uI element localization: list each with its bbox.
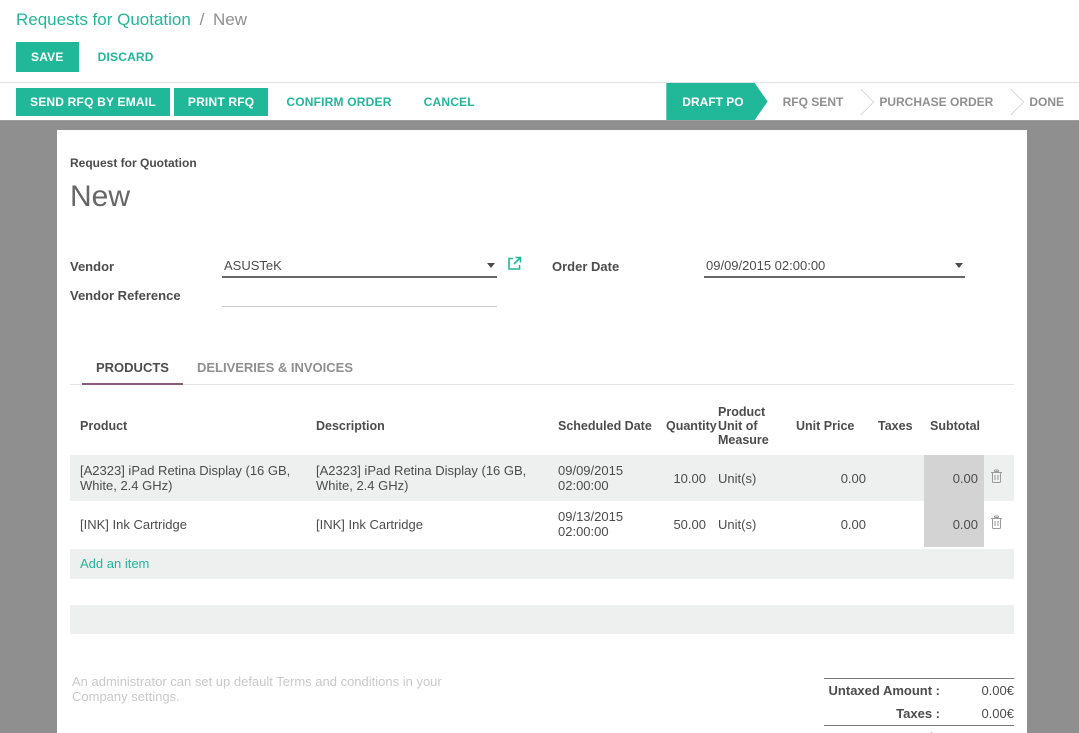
order-date-field-row: Order Date 09/09/2015 02:00:00: [552, 256, 1014, 278]
cell-product[interactable]: [A2323] iPad Retina Display (16 GB, Whit…: [70, 455, 310, 501]
taxes-value: 0.00€: [950, 702, 1014, 726]
action-buttons: SEND RFQ BY EMAIL PRINT RFQ CONFIRM ORDE…: [0, 83, 666, 120]
cell-taxes[interactable]: [872, 455, 924, 501]
cell-subtotal: 0.00: [924, 455, 984, 501]
table-row[interactable]: [A2323] iPad Retina Display (16 GB, Whit…: [70, 455, 1014, 501]
cell-description[interactable]: [INK] Ink Cartridge: [310, 501, 552, 547]
vendor-reference-field-row: Vendor Reference: [70, 288, 552, 307]
cell-unit-price[interactable]: 0.00: [790, 501, 872, 547]
status-step-rfq-sent[interactable]: RFQ SENT: [768, 83, 859, 120]
col-header-quantity[interactable]: Quantity: [660, 397, 712, 455]
add-item-row: Add an item: [70, 549, 1014, 579]
col-header-uom[interactable]: Product Unit of Measure: [712, 397, 790, 455]
bottom-section: Untaxed Amount : 0.00€ Taxes : 0.00€ Tot…: [70, 672, 1014, 733]
total-value: 0.00€: [950, 726, 1014, 733]
untaxed-amount-row: Untaxed Amount : 0.00€: [824, 679, 1014, 703]
tab-deliveries-invoices[interactable]: DELIVERIES & INVOICES: [183, 351, 367, 385]
caret-down-icon[interactable]: [487, 263, 495, 268]
order-date-input[interactable]: 09/09/2015 02:00:00: [704, 256, 965, 278]
statusbar: DRAFT PO RFQ SENT PURCHASE ORDER DONE: [666, 83, 1079, 120]
discard-button[interactable]: DISCARD: [83, 42, 169, 72]
order-date-label: Order Date: [552, 259, 704, 278]
tab-products[interactable]: PRODUCTS: [82, 351, 183, 385]
form-body: Request for Quotation New Vendor ASUSTeK: [0, 121, 1079, 733]
terms-field: [70, 672, 495, 733]
vendor-input[interactable]: ASUSTeK: [222, 256, 497, 278]
trash-icon[interactable]: [990, 469, 1003, 484]
cell-unit-price[interactable]: 0.00: [790, 455, 872, 501]
cell-uom[interactable]: Unit(s): [712, 455, 790, 501]
col-header-description[interactable]: Description: [310, 397, 552, 455]
add-an-item-link[interactable]: Add an item: [80, 556, 149, 571]
action-toolbar: SEND RFQ BY EMAIL PRINT RFQ CONFIRM ORDE…: [0, 83, 1079, 121]
order-date-value: 09/09/2015 02:00:00: [706, 258, 825, 273]
vendor-label: Vendor: [70, 259, 222, 278]
table-header-row: Product Description Scheduled Date Quant…: [70, 397, 1014, 455]
cell-delete: [984, 501, 1014, 547]
totals-block: Untaxed Amount : 0.00€ Taxes : 0.00€ Tot…: [824, 678, 1014, 733]
cell-product[interactable]: [INK] Ink Cartridge: [70, 501, 310, 547]
status-step-draft-po[interactable]: DRAFT PO: [666, 83, 767, 120]
breadcrumb-separator: /: [200, 10, 205, 29]
status-step-purchase-order[interactable]: PURCHASE ORDER: [864, 83, 1008, 120]
order-lines-table: Product Description Scheduled Date Quant…: [70, 397, 1014, 547]
form-sheet: Request for Quotation New Vendor ASUSTeK: [57, 130, 1027, 733]
print-rfq-button[interactable]: PRINT RFQ: [174, 88, 268, 116]
page: Requests for Quotation / New SAVE DISCAR…: [0, 0, 1079, 733]
vendor-reference-input[interactable]: [222, 301, 497, 307]
save-button[interactable]: SAVE: [16, 42, 79, 72]
empty-section-bar: [70, 605, 1014, 634]
breadcrumb-current: New: [213, 10, 247, 29]
cell-quantity[interactable]: 50.00: [660, 501, 712, 547]
send-rfq-by-email-button[interactable]: SEND RFQ BY EMAIL: [16, 88, 170, 116]
vendor-value: ASUSTeK: [224, 258, 282, 273]
form-subtitle: Request for Quotation: [70, 156, 1014, 170]
cell-uom[interactable]: Unit(s): [712, 501, 790, 547]
table-row[interactable]: [INK] Ink Cartridge [INK] Ink Cartridge …: [70, 501, 1014, 547]
vendor-field-row: Vendor ASUSTeK: [70, 256, 552, 278]
cell-taxes[interactable]: [872, 501, 924, 547]
breadcrumb-parent-link[interactable]: Requests for Quotation: [16, 10, 191, 29]
control-panel: Requests for Quotation / New SAVE DISCAR…: [0, 0, 1079, 82]
total-label: Total :: [824, 726, 950, 733]
page-title: New: [70, 180, 1014, 214]
total-row: Total : 0.00€: [824, 726, 1014, 733]
col-header-product[interactable]: Product: [70, 397, 310, 455]
col-header-taxes[interactable]: Taxes: [872, 397, 924, 455]
untaxed-amount-value: 0.00€: [950, 679, 1014, 703]
col-header-subtotal[interactable]: Subtotal: [924, 397, 984, 455]
taxes-row: Taxes : 0.00€: [824, 702, 1014, 726]
cell-description[interactable]: [A2323] iPad Retina Display (16 GB, Whit…: [310, 455, 552, 501]
taxes-label: Taxes :: [824, 702, 950, 726]
cell-quantity[interactable]: 10.00: [660, 455, 712, 501]
col-header-unit-price[interactable]: Unit Price: [790, 397, 872, 455]
cell-scheduled-date[interactable]: 09/09/2015 02:00:00: [552, 455, 660, 501]
terms-textarea[interactable]: [70, 672, 495, 733]
untaxed-amount-label: Untaxed Amount :: [824, 679, 950, 703]
col-header-actions: [984, 397, 1014, 455]
external-link-icon[interactable]: [507, 256, 522, 276]
notebook-tabs: PRODUCTS DELIVERIES & INVOICES: [70, 351, 1014, 385]
field-group: Vendor ASUSTeK: [70, 256, 1014, 317]
caret-down-icon[interactable]: [955, 263, 963, 268]
cell-subtotal: 0.00: [924, 501, 984, 547]
cell-delete: [984, 455, 1014, 501]
control-panel-buttons: SAVE DISCARD: [16, 42, 1063, 82]
trash-icon[interactable]: [990, 515, 1003, 530]
confirm-order-button[interactable]: CONFIRM ORDER: [272, 88, 405, 116]
cell-scheduled-date[interactable]: 09/13/2015 02:00:00: [552, 501, 660, 547]
col-header-scheduled-date[interactable]: Scheduled Date: [552, 397, 660, 455]
cancel-button[interactable]: CANCEL: [410, 88, 489, 116]
vendor-reference-label: Vendor Reference: [70, 288, 222, 307]
breadcrumb: Requests for Quotation / New: [16, 10, 1063, 30]
